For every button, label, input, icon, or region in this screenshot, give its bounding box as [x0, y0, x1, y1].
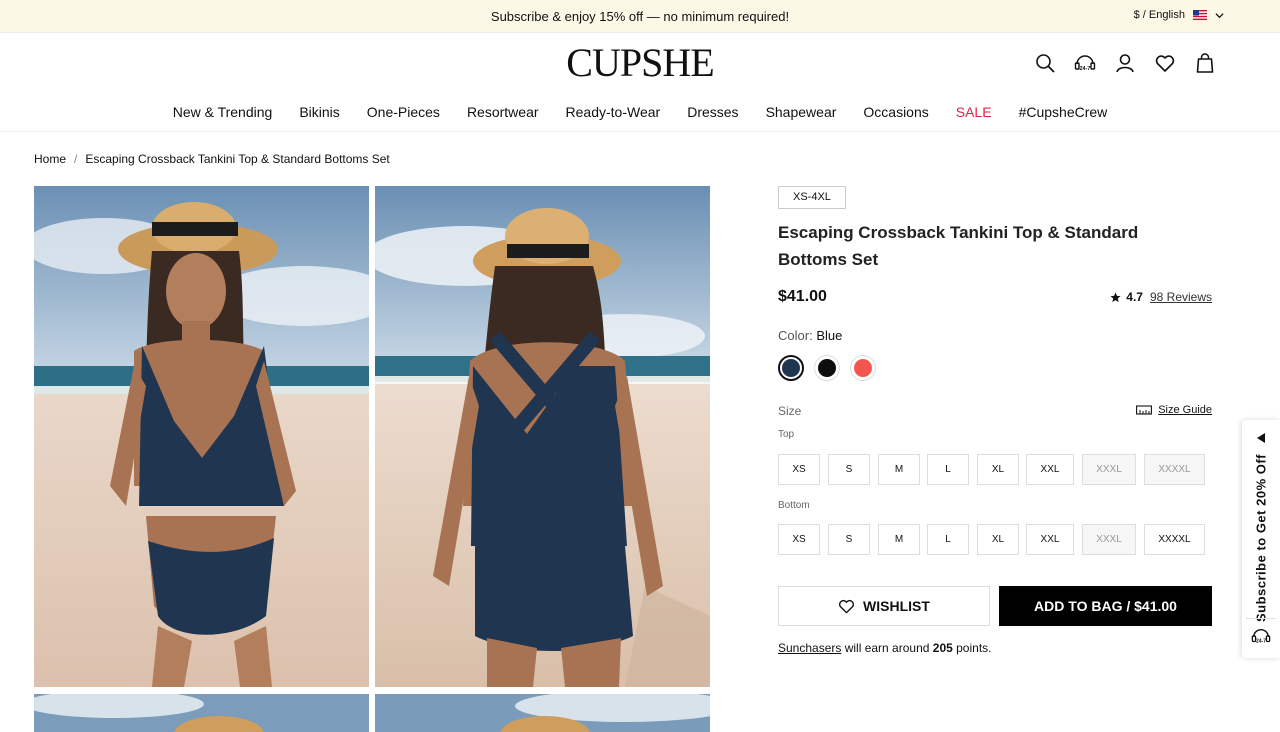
points-value: 205: [932, 641, 953, 655]
nav-item-shapewear[interactable]: Shapewear: [766, 104, 837, 120]
color-value: Blue: [816, 328, 843, 343]
nav-item-new-trending[interactable]: New & Trending: [173, 104, 273, 120]
swatch-coral-dot: [854, 359, 872, 377]
nav-item-cupshecrew[interactable]: #CupsheCrew: [1019, 104, 1108, 120]
wishlist-button[interactable]: WISHLIST: [778, 586, 990, 626]
product-image-back-graphic: [375, 186, 710, 687]
points-text-end: points.: [952, 641, 992, 655]
bottom-size-label: Bottom: [778, 500, 810, 511]
promo-banner-text[interactable]: Subscribe & enjoy 15% off — no minimum r…: [0, 9, 1280, 24]
rating-summary: 4.7 98 Reviews: [1110, 290, 1212, 304]
color-selection-label: Color: Blue: [778, 328, 842, 343]
us-flag-icon: [1193, 10, 1207, 20]
currency-language-label[interactable]: $ / English: [1134, 9, 1185, 21]
wishlist-label: WISHLIST: [863, 598, 930, 614]
swatch-blue[interactable]: [778, 355, 804, 381]
promo-banner: Subscribe & enjoy 15% off — no minimum r…: [0, 0, 1280, 33]
product-title: Escaping Crossback Tankini Top & Standar…: [778, 223, 1139, 269]
breadcrumb-current: Escaping Crossback Tankini Top & Standar…: [85, 152, 390, 166]
support-24-7-label: 24-7: [1079, 66, 1090, 72]
top-size-xxxxl[interactable]: XXXXL: [1144, 454, 1205, 485]
product-image-front-graphic: [34, 186, 369, 687]
nav-item-dresses[interactable]: Dresses: [687, 104, 738, 120]
reviews-link[interactable]: 98 Reviews: [1150, 290, 1212, 304]
bottom-size-m[interactable]: M: [878, 524, 920, 555]
wishlist-heart-icon[interactable]: [1154, 52, 1176, 74]
top-size-l[interactable]: L: [927, 454, 969, 485]
bottom-size-xl[interactable]: XL: [977, 524, 1019, 555]
points-text-mid: will earn around: [841, 641, 933, 655]
bottom-size-s[interactable]: S: [828, 524, 870, 555]
product-image-back[interactable]: [375, 186, 710, 687]
nav-item-ready-to-wear[interactable]: Ready-to-Wear: [566, 104, 661, 120]
breadcrumb-separator: /: [74, 152, 78, 166]
swatch-black[interactable]: [814, 355, 840, 381]
product-image-fourth[interactable]: [375, 694, 710, 732]
bottom-size-xxxl[interactable]: XXXL: [1082, 524, 1136, 555]
heart-icon: [839, 599, 855, 613]
side-tab-divider: [1246, 618, 1276, 619]
top-size-m[interactable]: M: [878, 454, 920, 485]
bottom-size-xxl[interactable]: XXL: [1026, 524, 1074, 555]
ruler-icon: [1136, 405, 1153, 415]
search-icon[interactable]: [1034, 52, 1056, 74]
top-size-s[interactable]: S: [828, 454, 870, 485]
nav-item-sale[interactable]: SALE: [956, 104, 992, 120]
nav-divider: [0, 131, 1280, 132]
bottom-size-xxxxl[interactable]: XXXXL: [1144, 524, 1205, 555]
locale-selector[interactable]: $ / English: [1134, 9, 1224, 21]
breadcrumb-home[interactable]: Home: [34, 152, 66, 166]
breadcrumb: Home / Escaping Crossback Tankini Top & …: [34, 152, 390, 166]
star-icon: [1110, 291, 1121, 302]
top-size-label: Top: [778, 429, 795, 440]
product-price: $41.00: [778, 288, 827, 305]
header-actions: 24-7: [1034, 52, 1216, 74]
nav-item-occasions[interactable]: Occasions: [863, 104, 928, 120]
top-size-xs[interactable]: XS: [778, 454, 820, 485]
account-icon[interactable]: [1114, 52, 1136, 74]
swatch-black-dot: [818, 359, 836, 377]
size-guide-link[interactable]: Size Guide: [1136, 404, 1212, 416]
top-size-xxxl[interactable]: XXXL: [1082, 454, 1136, 485]
main-nav: New & Trending Bikinis One-Pieces Resort…: [0, 104, 1280, 120]
bag-icon[interactable]: [1194, 52, 1216, 74]
top-size-xxl[interactable]: XXL: [1026, 454, 1074, 485]
bottom-size-xs[interactable]: XS: [778, 524, 820, 555]
side-support-24-7-label: 24-7: [1256, 638, 1266, 644]
bottom-size-l[interactable]: L: [927, 524, 969, 555]
product-image-front[interactable]: [34, 186, 369, 687]
product-image-fourth-graphic: [375, 694, 710, 732]
color-label: Color:: [778, 328, 813, 343]
product-image-third-graphic: [34, 694, 369, 732]
chevron-down-icon[interactable]: [1215, 11, 1224, 20]
nav-item-bikinis[interactable]: Bikinis: [299, 104, 339, 120]
points-note: Sunchasers will earn around 205 points.: [778, 641, 992, 655]
swatch-blue-dot: [782, 359, 800, 377]
top-size-xl[interactable]: XL: [977, 454, 1019, 485]
rating-value: 4.7: [1126, 290, 1143, 304]
support-24-7-icon[interactable]: 24-7: [1074, 52, 1096, 74]
subscribe-side-text[interactable]: Subscribe to Get 20% Off: [1254, 454, 1269, 622]
size-range-badge: XS-4XL: [778, 186, 846, 209]
add-to-bag-button[interactable]: ADD TO BAG / $41.00: [999, 586, 1212, 626]
size-guide-label[interactable]: Size Guide: [1158, 404, 1212, 416]
product-image-third[interactable]: [34, 694, 369, 732]
nav-item-one-pieces[interactable]: One-Pieces: [367, 104, 440, 120]
subscribe-side-tab[interactable]: Subscribe to Get 20% Off 24-7: [1242, 420, 1280, 658]
size-label: Size: [778, 404, 802, 418]
triangle-left-icon[interactable]: [1255, 432, 1267, 444]
support-chat-icon[interactable]: 24-7: [1251, 626, 1271, 646]
swatch-coral[interactable]: [850, 355, 876, 381]
sunchasers-link[interactable]: Sunchasers: [778, 641, 841, 655]
nav-item-resortwear[interactable]: Resortwear: [467, 104, 539, 120]
